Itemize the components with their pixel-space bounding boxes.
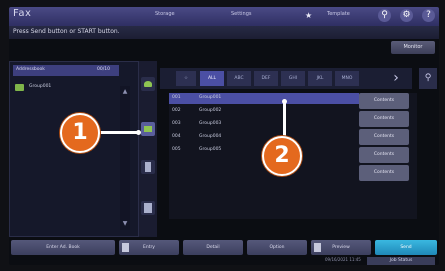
list-item[interactable]: 004 Group004 bbox=[169, 132, 359, 143]
job-status-button[interactable]: Job Status bbox=[367, 257, 435, 265]
list-item[interactable]: 001 Group001 bbox=[169, 93, 359, 104]
home-star-icon[interactable]: ★ bbox=[305, 11, 312, 20]
addressbook-header[interactable]: Addressbook 00/10 bbox=[13, 65, 119, 76]
tab-next-icon[interactable]: › bbox=[389, 68, 403, 89]
option-button[interactable]: Option bbox=[247, 240, 307, 255]
monitor-button[interactable]: Monitor bbox=[391, 41, 435, 54]
row-number: 005 bbox=[172, 147, 181, 152]
row-number: 003 bbox=[172, 121, 181, 126]
tab-ghi[interactable]: GHI bbox=[281, 71, 305, 86]
list-item[interactable]: 003 Group003 bbox=[169, 119, 359, 130]
search-address-button[interactable]: ⚲ bbox=[419, 68, 437, 89]
row-number: 004 bbox=[172, 134, 181, 139]
send-button[interactable]: Send bbox=[375, 240, 437, 255]
preview-icon bbox=[314, 243, 321, 252]
callout-1-leader bbox=[100, 131, 138, 134]
index-tab-row: ☆ ALL ABC DEF GHI JKL MNO bbox=[160, 68, 412, 89]
row-name: Group005 bbox=[199, 147, 222, 152]
help-icon[interactable]: ? bbox=[422, 9, 435, 22]
person-type-button[interactable] bbox=[141, 77, 155, 91]
tab-all[interactable]: ALL bbox=[200, 71, 224, 86]
group-icon bbox=[15, 84, 24, 91]
contents-button[interactable]: Contents bbox=[359, 147, 409, 163]
top-bar: Fax Storage Settings ★ Template ⚲ ⚙ ? bbox=[9, 7, 439, 26]
message-bar: Press Send button or START button. bbox=[9, 26, 439, 39]
addressbook-count: 00/10 bbox=[97, 67, 110, 72]
contents-button[interactable]: Contents bbox=[359, 111, 409, 127]
scroll-up-icon[interactable]: ▲ bbox=[121, 88, 129, 96]
left-scrollbar[interactable]: ▲ ▼ bbox=[120, 86, 130, 230]
callout-2-leader bbox=[283, 102, 286, 138]
tab-template[interactable]: Template bbox=[327, 11, 350, 17]
callout-2-pointer bbox=[282, 99, 287, 104]
group-type-icon bbox=[144, 126, 152, 132]
address-type-column bbox=[139, 61, 157, 237]
tab-def[interactable]: DEF bbox=[254, 71, 278, 86]
status-message: Press Send button or START button. bbox=[13, 28, 120, 35]
list-item[interactable]: 002 Group002 bbox=[169, 106, 359, 117]
group-label: Group001 bbox=[29, 84, 52, 89]
date-time: 09/16/2021 11:45 bbox=[325, 257, 361, 262]
tab-jkl[interactable]: JKL bbox=[308, 71, 332, 86]
callout-2-badge: 2 bbox=[262, 136, 302, 176]
preview-label: Preview bbox=[332, 245, 350, 250]
addressbook-title: Addressbook bbox=[16, 67, 45, 72]
tab-settings[interactable]: Settings bbox=[231, 11, 252, 17]
row-name: Group003 bbox=[199, 121, 222, 126]
person-icon bbox=[144, 81, 152, 87]
document-icon bbox=[145, 162, 151, 172]
tab-storage[interactable]: Storage bbox=[155, 11, 175, 17]
scroll-down-icon[interactable]: ▼ bbox=[121, 220, 129, 228]
entry-label: Entry bbox=[143, 245, 155, 250]
grid-type-button[interactable] bbox=[141, 201, 155, 215]
detail-button[interactable]: Detail bbox=[183, 240, 243, 255]
grid-icon bbox=[144, 203, 152, 213]
callout-1-badge: 1 bbox=[60, 113, 100, 153]
row-number: 001 bbox=[172, 95, 181, 100]
row-name: Group002 bbox=[199, 108, 222, 113]
group-type-button[interactable] bbox=[141, 122, 155, 136]
tab-mno[interactable]: MNO bbox=[335, 71, 359, 86]
row-name: Group001 bbox=[199, 95, 222, 100]
gear-icon[interactable]: ⚙ bbox=[400, 9, 413, 22]
document-type-button[interactable] bbox=[141, 160, 155, 174]
preview-button[interactable]: Preview bbox=[311, 240, 371, 255]
callout-1-pointer bbox=[136, 130, 141, 135]
bottom-toolbar: Enter Ad. Book Entry Detail Option Previ… bbox=[9, 240, 439, 257]
tab-abc[interactable]: ABC bbox=[227, 71, 251, 86]
row-number: 002 bbox=[172, 108, 181, 113]
entry-button[interactable]: Entry bbox=[119, 240, 179, 255]
entry-icon bbox=[122, 243, 129, 252]
app-title: Fax bbox=[13, 8, 32, 19]
row-name: Group004 bbox=[199, 134, 222, 139]
search-icon[interactable]: ⚲ bbox=[378, 9, 391, 22]
contents-button[interactable]: Contents bbox=[359, 165, 409, 181]
contents-button[interactable]: Contents bbox=[359, 93, 409, 109]
tab-star[interactable]: ☆ bbox=[176, 71, 196, 86]
contents-button[interactable]: Contents bbox=[359, 129, 409, 145]
group-item[interactable]: Group001 bbox=[13, 82, 119, 93]
enter-address-book-button[interactable]: Enter Ad. Book bbox=[11, 240, 115, 255]
